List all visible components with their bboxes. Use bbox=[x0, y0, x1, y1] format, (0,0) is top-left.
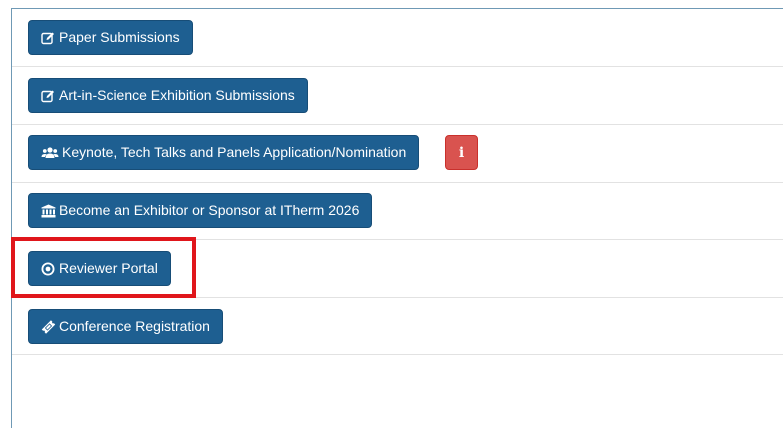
keynote-application-button[interactable]: Keynote, Tech Talks and Panels Applicati… bbox=[28, 135, 420, 170]
exhibitor-sponsor-label: Become an Exhibitor or Sponsor at ITherm… bbox=[59, 202, 360, 218]
info-button[interactable]: i bbox=[445, 135, 478, 170]
edit-icon bbox=[40, 88, 56, 104]
reviewer-portal-button[interactable]: Reviewer Portal bbox=[28, 251, 171, 286]
art-in-science-submissions-label: Art-in-Science Exhibition Submissions bbox=[59, 87, 295, 103]
dot-circle-icon bbox=[40, 261, 56, 277]
keynote-application-label: Keynote, Tech Talks and Panels Applicati… bbox=[62, 144, 407, 160]
exhibitor-sponsor-button[interactable]: Become an Exhibitor or Sponsor at ITherm… bbox=[28, 193, 373, 228]
bank-icon bbox=[40, 203, 56, 219]
conference-registration-button[interactable]: Conference Registration bbox=[28, 309, 223, 344]
edit-icon bbox=[40, 30, 56, 46]
ticket-icon bbox=[40, 319, 56, 335]
paper-submissions-button[interactable]: Paper Submissions bbox=[28, 20, 193, 55]
reviewer-portal-label: Reviewer Portal bbox=[59, 260, 158, 276]
info-icon: i bbox=[458, 144, 465, 161]
conference-registration-label: Conference Registration bbox=[59, 318, 210, 334]
paper-submissions-label: Paper Submissions bbox=[59, 29, 180, 45]
art-in-science-submissions-button[interactable]: Art-in-Science Exhibition Submissions bbox=[28, 78, 308, 113]
users-icon bbox=[40, 145, 59, 161]
